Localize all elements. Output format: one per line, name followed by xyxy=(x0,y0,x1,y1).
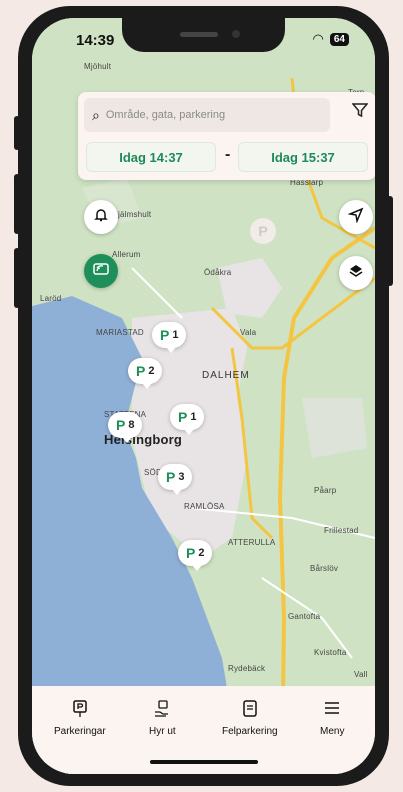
map-label: MARIASTAD xyxy=(96,328,144,337)
status-icons: ◠ 64 xyxy=(313,31,349,47)
parking-p-icon: P xyxy=(186,545,196,561)
search-icon: ⌕ xyxy=(92,106,100,123)
nav-parkeringar[interactable]: Parkeringar xyxy=(54,700,106,737)
map-label: ATTERULLA xyxy=(228,538,276,547)
hand-parking-icon xyxy=(153,700,171,720)
menu-icon xyxy=(324,700,340,720)
parking-sign-icon xyxy=(73,700,87,720)
home-indicator xyxy=(150,760,258,764)
parking-pin[interactable]: P3 xyxy=(158,464,193,495)
nav-label: Meny xyxy=(320,726,345,737)
map-label: Ödåkra xyxy=(204,268,232,277)
map-label: Gantofta xyxy=(288,612,321,621)
parking-pin-count: 2 xyxy=(148,365,155,377)
map-label: Kvistofta xyxy=(314,648,347,657)
parking-pin[interactable]: P1 xyxy=(152,322,187,353)
nav-meny[interactable]: Meny xyxy=(320,700,344,737)
map-label: Laröd xyxy=(40,294,62,303)
time-from-button[interactable]: Idag 14:37 xyxy=(86,142,216,172)
parking-pin-count: 2 xyxy=(198,547,205,559)
parking-zone-button[interactable] xyxy=(84,254,118,288)
map-label: Frillestad xyxy=(324,526,359,535)
map-label: Allerum xyxy=(112,250,141,259)
power-button xyxy=(387,196,393,286)
camera xyxy=(232,30,240,38)
locate-me-button[interactable] xyxy=(339,200,373,234)
parking-pin-count: 3 xyxy=(178,471,185,483)
map-label: RAMLÖSA xyxy=(184,502,225,511)
map-label: Påarp xyxy=(314,486,337,495)
notch xyxy=(122,18,285,52)
search-card: ⌕ Område, gata, parkering Idag 14:37 - I… xyxy=(78,92,375,180)
time-to-button[interactable]: Idag 15:37 xyxy=(238,142,368,172)
wifi-icon: ◠ xyxy=(312,31,324,46)
phone-frame: Mjöhult Torp Hasslarp Hjälmshult Allerum… xyxy=(14,6,393,786)
parking-signal-icon xyxy=(92,260,110,283)
screen: Mjöhult Torp Hasslarp Hjälmshult Allerum… xyxy=(32,18,375,774)
filter-icon[interactable] xyxy=(351,102,369,123)
parking-p-icon: P xyxy=(166,469,176,485)
parking-p-icon: P xyxy=(178,409,188,425)
time-separator: - xyxy=(225,146,231,163)
parking-pin[interactable]: P8 xyxy=(108,412,143,443)
parking-pin-count: 1 xyxy=(172,329,179,341)
battery-icon: 64 xyxy=(329,32,349,46)
ticket-icon xyxy=(243,700,257,720)
parking-p-icon: P xyxy=(160,327,170,343)
bottom-nav: Parkeringar Hyr ut Felparkering Meny xyxy=(32,686,375,774)
nav-felparkering[interactable]: Felparkering xyxy=(222,700,278,737)
mute-switch xyxy=(14,116,20,150)
parking-p-icon: P xyxy=(136,363,146,379)
speaker xyxy=(180,32,218,37)
nav-label: Hyr ut xyxy=(149,726,176,737)
parking-pin[interactable]: P1 xyxy=(170,404,205,435)
layers-icon xyxy=(348,263,364,284)
map-label: Vall xyxy=(354,670,368,679)
parking-pin-count: 1 xyxy=(190,411,197,423)
map-label: DALHEM xyxy=(202,370,250,381)
volume-up-button xyxy=(14,174,20,234)
parking-pin-ghost[interactable]: P xyxy=(250,218,276,244)
map-label: Bårslöv xyxy=(310,564,339,573)
bell-icon xyxy=(93,207,109,228)
map-label: Mjöhult xyxy=(84,62,112,71)
nav-label: Felparkering xyxy=(222,726,278,737)
nav-label: Parkeringar xyxy=(54,726,106,737)
nav-hyr-ut[interactable]: Hyr ut xyxy=(149,700,176,737)
search-placeholder: Område, gata, parkering xyxy=(105,109,226,121)
parking-pin[interactable]: P2 xyxy=(178,540,213,571)
parking-pin[interactable]: P2 xyxy=(128,358,163,389)
volume-down-button xyxy=(14,248,20,308)
status-time: 14:39 xyxy=(76,32,115,49)
navigation-arrow-icon xyxy=(347,207,364,228)
search-input[interactable]: ⌕ Område, gata, parkering xyxy=(84,98,330,132)
map-label: Vala xyxy=(240,328,257,337)
map-label: Rydebäck xyxy=(228,664,266,673)
layers-button[interactable] xyxy=(339,256,373,290)
notification-button[interactable] xyxy=(84,200,118,234)
parking-p-icon: P xyxy=(116,417,126,433)
parking-pin-count: 8 xyxy=(128,419,135,431)
